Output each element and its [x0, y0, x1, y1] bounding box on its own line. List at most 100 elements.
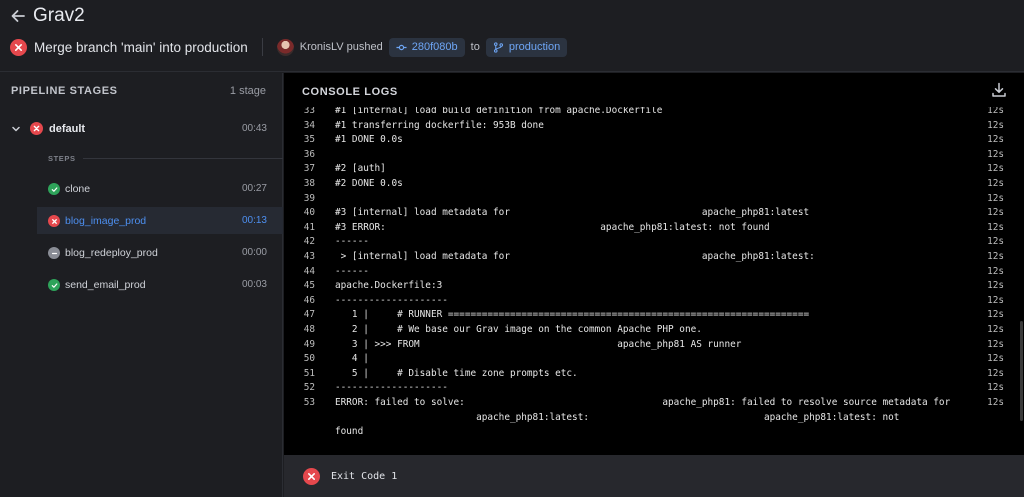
line-number: 52	[303, 382, 315, 394]
x-circle-icon	[30, 122, 43, 135]
step-time: 00:13	[241, 215, 267, 226]
repo-title: Grav2	[33, 5, 85, 26]
step-blog-image-prod[interactable]: blog_image_prod 00:13	[37, 207, 283, 234]
divider	[83, 158, 283, 159]
log-line: found	[284, 425, 1014, 440]
x-circle-icon	[48, 215, 60, 227]
log-timestamp: 12s	[987, 280, 1004, 292]
log-timestamp: 12s	[987, 338, 1004, 350]
commit-message: Merge branch 'main' into production	[34, 39, 248, 55]
log-text: apache_php81:latest: apache_php81:latest…	[335, 411, 900, 423]
commit-sha-chip[interactable]: 280f080b	[388, 37, 465, 57]
stage-default[interactable]: default 00:43	[0, 120, 283, 140]
log-line: 38 #2 DONE 0.0s 12s	[284, 177, 1014, 192]
log-line: 50 4 | 12s	[284, 352, 1014, 367]
log-text: 1 | # RUNNER ===========================…	[335, 309, 810, 321]
line-number: 47	[303, 309, 315, 321]
to-label: to	[470, 41, 480, 53]
log-text: #2 [auth]	[335, 163, 386, 175]
skipped-icon	[48, 247, 60, 259]
line-number: 41	[303, 221, 315, 233]
log-timestamp: 12s	[987, 221, 1004, 233]
pipeline-stages-panel: PIPELINE STAGES 1 stage default 00:43 ST…	[0, 73, 283, 497]
log-line: 35 #1 DONE 0.0s 12s	[284, 133, 1014, 148]
log-text: apache.Dockerfile:3	[335, 280, 443, 292]
step-clone[interactable]: clone 00:27	[37, 175, 283, 202]
log-timestamp: 12s	[987, 397, 1004, 408]
step-name: clone	[65, 183, 91, 195]
log-line: 39 12s	[284, 192, 1014, 207]
step-send-email-prod[interactable]: send_email_prod 00:03	[37, 271, 283, 298]
branch-chip[interactable]: production	[485, 37, 568, 57]
log-line: 52 -------------------- 12s	[284, 381, 1014, 396]
line-number: 49	[303, 338, 315, 350]
step-name: blog_image_prod	[65, 215, 147, 227]
log-line: 36 12s	[284, 148, 1014, 163]
branch-name: production	[508, 41, 561, 53]
step-blog-redeploy-prod[interactable]: blog_redeploy_prod 00:00	[37, 239, 283, 266]
pipeline-header: Grav2 Merge branch 'main' into productio…	[0, 0, 1024, 72]
log-text: #3 [internal] load metadata for apache_p…	[335, 207, 810, 219]
log-text: --------------------	[335, 294, 448, 306]
log-timestamp: 12s	[987, 324, 1004, 335]
log-line: apache_php81:latest: apache_php81:latest…	[284, 411, 1014, 426]
log-timestamp: 12s	[987, 207, 1004, 219]
log-timestamp: 12s	[987, 294, 1004, 306]
step-name: send_email_prod	[65, 279, 146, 291]
steps-label: STEPS	[48, 154, 76, 163]
line-number: 53	[303, 397, 315, 408]
log-line: 37 #2 [auth] 12s	[284, 162, 1014, 177]
arrow-left-icon[interactable]	[9, 7, 27, 25]
exit-status-bar: Exit Code 1	[284, 455, 1024, 497]
line-number: 50	[303, 353, 315, 365]
log-text: ------	[335, 265, 369, 277]
commit-info: Merge branch 'main' into production Kron…	[10, 37, 568, 57]
download-icon[interactable]	[991, 82, 1007, 98]
step-name: blog_redeploy_prod	[65, 247, 158, 259]
chevron-down-icon[interactable]	[11, 124, 21, 134]
log-line: 42 ------ 12s	[284, 235, 1014, 250]
log-line: 41 #3 ERROR: apache_php81:latest: not fou…	[284, 221, 1014, 236]
log-text: #1 transferring dockerfile: 953B done	[335, 119, 544, 131]
log-text: --------------------	[335, 382, 448, 394]
log-line: 47 1 | # RUNNER ========================…	[284, 308, 1014, 323]
log-text: 3 | >>> FROM apache_php81 AS runner	[335, 338, 742, 350]
log-line: 43 > [internal] load metadata for apache…	[284, 250, 1014, 265]
exit-code: Exit Code 1	[331, 471, 398, 482]
log-line: 51 5 | # Disable time zone prompts etc. 1…	[284, 367, 1014, 382]
log-timestamp: 12s	[987, 309, 1004, 321]
log-text: #1 [internal] load build definition from…	[335, 107, 663, 116]
commit-sha: 280f080b	[411, 41, 458, 53]
line-number: 39	[303, 192, 315, 204]
log-text: #1 DONE 0.0s	[335, 134, 403, 146]
line-number: 42	[303, 236, 315, 248]
console-log-output[interactable]: 33 #1 [internal] load build definition fr…	[284, 107, 1024, 455]
x-circle-icon	[303, 468, 320, 485]
log-timestamp: 12s	[987, 134, 1004, 146]
log-timestamp: 12s	[987, 367, 1004, 379]
log-text: 5 | # Disable time zone prompts etc.	[335, 367, 578, 379]
line-number: 40	[303, 207, 315, 219]
log-line: 40 #3 [internal] load metadata for apache…	[284, 206, 1014, 221]
line-number: 46	[303, 294, 315, 306]
stage-count: 1 stage	[229, 85, 266, 97]
line-number: 35	[303, 134, 315, 146]
log-timestamp: 12s	[987, 382, 1004, 394]
line-number: 44	[303, 265, 315, 277]
log-text: ERROR: failed to solve: apache_php81: fa…	[335, 397, 951, 408]
log-timestamp: 12s	[987, 192, 1004, 204]
stage-name: default	[49, 123, 86, 135]
log-text: #2 DONE 0.0s	[335, 178, 403, 189]
line-number: 34	[303, 119, 315, 131]
author-pushed: KronisLV pushed	[300, 41, 383, 53]
log-text: ------	[335, 236, 369, 248]
line-number: 33	[303, 107, 315, 116]
check-circle-icon	[48, 279, 60, 291]
line-number: 36	[303, 148, 315, 160]
log-timestamp: 12s	[987, 163, 1004, 175]
log-line: 53 ERROR: failed to solve: apache_php81: …	[284, 396, 1014, 411]
scrollbar[interactable]	[1020, 321, 1023, 421]
step-time: 00:03	[241, 279, 267, 290]
x-circle-icon	[10, 38, 27, 56]
log-text: found	[335, 426, 364, 438]
